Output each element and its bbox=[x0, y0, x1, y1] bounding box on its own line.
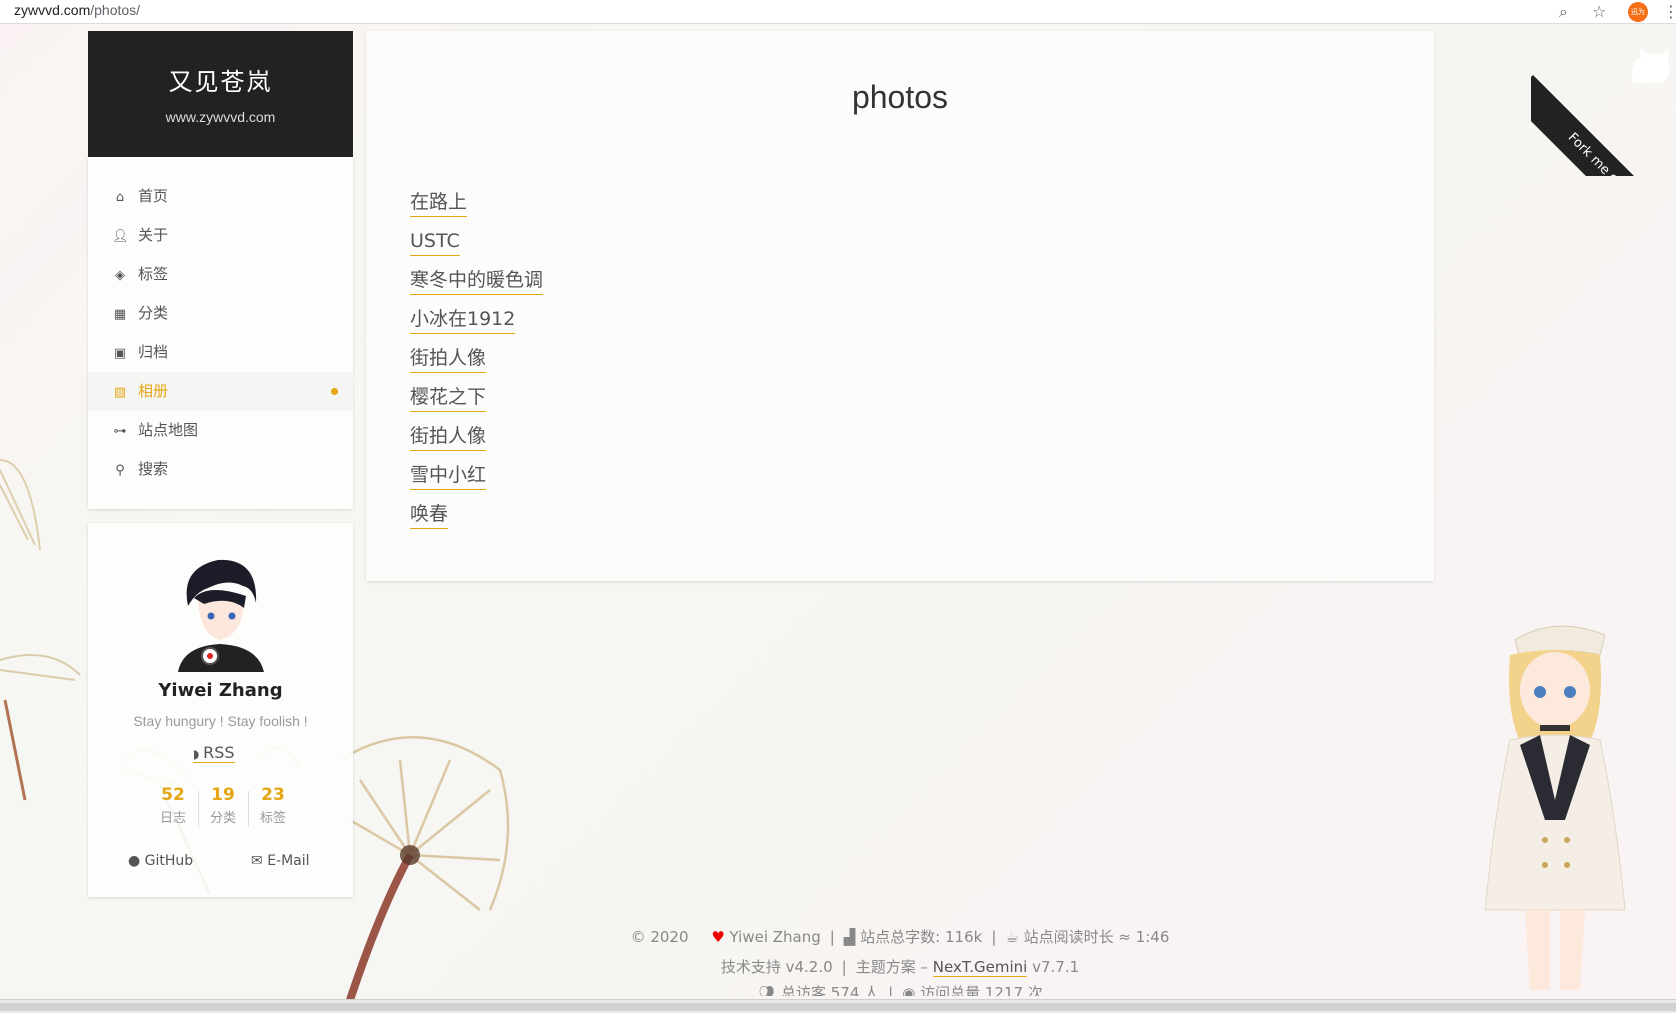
album-link[interactable]: 雪中小红 bbox=[410, 462, 487, 490]
menu-item-label: 分类 bbox=[138, 304, 169, 322]
search-icon: ⚲ bbox=[115, 463, 125, 478]
fork-ribbon[interactable]: Fork me on GitHub bbox=[1531, 31, 1676, 176]
th-icon: ▦ bbox=[113, 307, 127, 322]
email-link[interactable]: ✉ E-Mail bbox=[251, 853, 310, 869]
stat-categories[interactable]: 19 分类 bbox=[198, 785, 248, 826]
view-count: 访问总量 1217 次 bbox=[920, 984, 1043, 996]
site-subtitle: www.zywvvd.com bbox=[165, 109, 276, 125]
powered-by: 技术支持 v4.2.0 bbox=[720, 958, 833, 976]
browser-menu-icon[interactable]: ⋮ bbox=[1663, 2, 1676, 21]
stat-count: 52 bbox=[161, 785, 185, 805]
browser-toolbar: zywvvd.com/photos/ ⌕ ☆ 迅为 ⋮ bbox=[0, 0, 1676, 24]
user-icon: ♥ bbox=[711, 928, 725, 946]
sitemap-icon: ⊶ bbox=[113, 424, 127, 439]
album-link[interactable]: 樱花之下 bbox=[410, 384, 487, 412]
album-link[interactable]: 唤春 bbox=[410, 501, 449, 529]
menu-item-tags[interactable]: ◈ 标签 bbox=[88, 255, 353, 294]
author-panel: Yiwei Zhang Stay hungury ! Stay foolish … bbox=[88, 523, 353, 897]
avatar bbox=[178, 559, 264, 672]
album-link[interactable]: 寒冬中的暖色调 bbox=[410, 267, 544, 295]
menu-item-about[interactable]: 👤︎ 关于 bbox=[88, 216, 353, 255]
tags-icon: ◈ bbox=[115, 268, 125, 283]
home-icon: ⌂ bbox=[115, 190, 125, 205]
album-link[interactable]: 在路上 bbox=[410, 189, 468, 217]
github-icon: ● bbox=[128, 853, 141, 869]
album-link[interactable]: 街拍人像 bbox=[410, 423, 487, 451]
album-link[interactable]: 街拍人像 bbox=[410, 345, 487, 373]
user-icon: 👤︎ bbox=[112, 229, 129, 244]
active-indicator bbox=[331, 388, 338, 395]
stat-label: 标签 bbox=[259, 811, 286, 826]
stat-count: 23 bbox=[261, 785, 285, 805]
menu-item-label: 相册 bbox=[138, 382, 169, 400]
archive-icon: ▣ bbox=[113, 346, 127, 361]
rss-icon: ◗ bbox=[193, 747, 204, 761]
menu-item-categories[interactable]: ▦ 分类 bbox=[88, 294, 353, 333]
footer-line-1: © 2020 ♥ Yiwei Zhang | ▟ 站点总字数: 116k | ☕ 站点阅… bbox=[630, 928, 1170, 946]
image-icon: ▨ bbox=[113, 385, 127, 400]
live2d-character[interactable] bbox=[1455, 610, 1655, 990]
menu-item-photos[interactable]: ▨ 相册 bbox=[88, 372, 353, 411]
url-path: /photos/ bbox=[90, 2, 141, 18]
stat-label: 分类 bbox=[209, 811, 236, 826]
menu-item-label: 归档 bbox=[138, 343, 169, 361]
menu-item-archives[interactable]: ▣ 归档 bbox=[88, 333, 353, 372]
eye-icon: ◉ bbox=[902, 984, 916, 996]
rss-label: RSS bbox=[203, 743, 235, 762]
rss-link[interactable]: ◗ RSS bbox=[193, 743, 235, 763]
read-time: 站点阅读时长 ≈ 1:46 bbox=[1023, 928, 1170, 946]
album-link[interactable]: 小冰在1912 bbox=[410, 306, 516, 334]
extension-icon[interactable]: 迅为 bbox=[1628, 2, 1648, 22]
author-name: Yiwei Zhang bbox=[158, 680, 283, 701]
visitor-count: 总访客 574 人 bbox=[781, 984, 880, 996]
copyright: © 2020 bbox=[630, 928, 689, 946]
menu-item-label: 搜索 bbox=[138, 460, 169, 478]
site-brand: 又见苍岚 www.zywvvd.com bbox=[88, 31, 353, 157]
chart-icon: ▟ bbox=[843, 928, 856, 946]
envelope-icon: ✉ bbox=[251, 853, 263, 869]
footer-line-2: 技术支持 v4.2.0 | 主题方案 – NexT.Gemini v7.7.1 bbox=[720, 958, 1080, 977]
main-content: photos 在路上 USTC 寒冬中的暖色调 小冰在1912 街拍人像 樱花之… bbox=[366, 31, 1434, 581]
menu-item-home[interactable]: ⌂ 首页 bbox=[88, 177, 353, 216]
menu-item-label: 首页 bbox=[138, 187, 169, 205]
github-label: GitHub bbox=[144, 853, 194, 869]
stat-label: 日志 bbox=[159, 811, 186, 826]
users-icon: 👥︎ bbox=[757, 984, 777, 996]
menu-item-sitemap[interactable]: ⊶ 站点地图 bbox=[88, 411, 353, 450]
menu-item-label: 标签 bbox=[138, 265, 169, 283]
theme-link[interactable]: NexT.Gemini bbox=[932, 958, 1028, 977]
coffee-icon: ☕ bbox=[1005, 928, 1019, 946]
theme-version: v7.7.1 bbox=[1032, 958, 1080, 976]
email-label: E-Mail bbox=[267, 853, 310, 869]
bookmark-star-icon[interactable]: ☆ bbox=[1592, 2, 1606, 21]
horizontal-scrollbar[interactable] bbox=[0, 999, 1676, 1013]
stat-posts[interactable]: 52 日志 bbox=[148, 785, 198, 826]
scrollbar-thumb[interactable] bbox=[0, 1003, 1676, 1011]
github-link[interactable]: ● GitHub bbox=[128, 853, 193, 869]
github-cat-icon bbox=[1632, 47, 1670, 83]
footer-author: Yiwei Zhang bbox=[729, 928, 821, 946]
menu-item-label: 关于 bbox=[138, 226, 169, 244]
site-title[interactable]: 又见苍岚 bbox=[88, 62, 353, 97]
menu-item-search[interactable]: ⚲ 搜索 bbox=[88, 450, 353, 489]
stat-count: 19 bbox=[211, 785, 235, 805]
url-host: zywvvd.com bbox=[14, 2, 91, 18]
stat-tags[interactable]: 23 标签 bbox=[248, 785, 298, 826]
menu-item-label: 站点地图 bbox=[138, 421, 199, 439]
album-link[interactable]: USTC bbox=[410, 228, 460, 256]
page-title: photos bbox=[851, 79, 949, 115]
word-count: 站点总字数: 116k bbox=[860, 928, 983, 946]
footer-line-3: 👥︎ 总访客 574 人 | ◉ 访问总量 1217 次 bbox=[366, 982, 1434, 996]
address-bar[interactable]: zywvvd.com/photos/ bbox=[14, 2, 140, 18]
sidebar-menu: ⌂ 首页 👤︎ 关于 ◈ 标签 ▦ 分类 ▣ 归档 ▨ 相册 ⊶ 站点地图 ⚲ 搜索 bbox=[88, 157, 353, 509]
author-motto: Stay hungury ! Stay foolish ! bbox=[133, 713, 308, 729]
zoom-icon[interactable]: ⌕ bbox=[1559, 2, 1568, 22]
theme-prefix: 主题方案 – bbox=[855, 958, 928, 976]
